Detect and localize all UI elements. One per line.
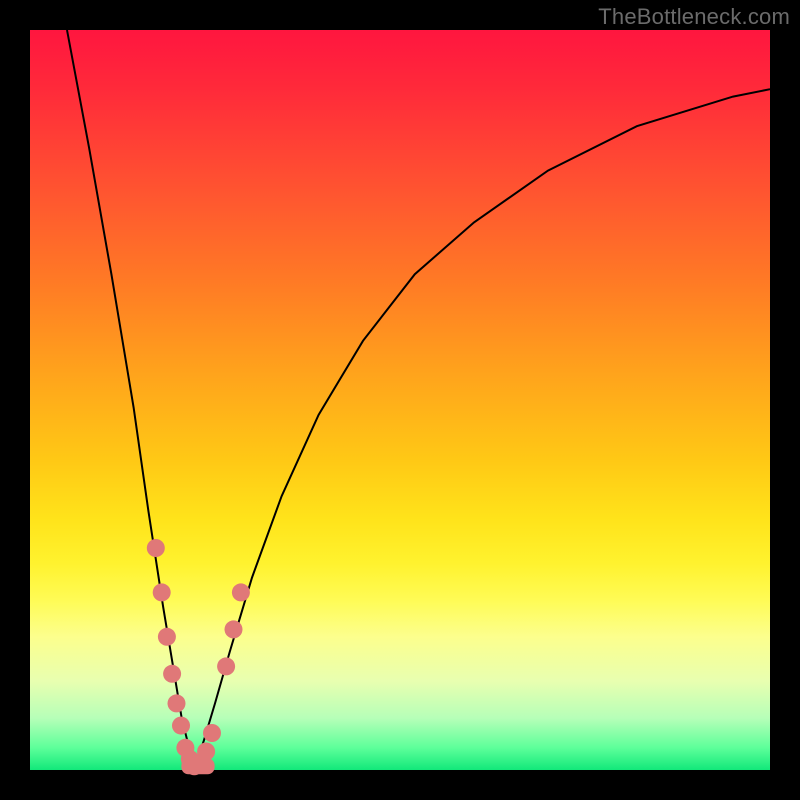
marker-dot [217,657,235,675]
marker-dot [163,665,181,683]
marker-dot [197,743,215,761]
watermark-text: TheBottleneck.com [598,4,790,30]
plot-area [30,30,770,770]
curve-layer [30,30,770,770]
marker-dot [147,539,165,557]
bottleneck-curve [67,30,770,770]
marker-dot [225,620,243,638]
marker-dot [203,724,221,742]
marker-vertex-pill [181,758,214,774]
marker-group [147,539,250,775]
marker-dot [168,694,186,712]
marker-dot [232,583,250,601]
marker-dot [158,628,176,646]
chart-frame: TheBottleneck.com [0,0,800,800]
marker-dot [153,583,171,601]
marker-dot [172,717,190,735]
